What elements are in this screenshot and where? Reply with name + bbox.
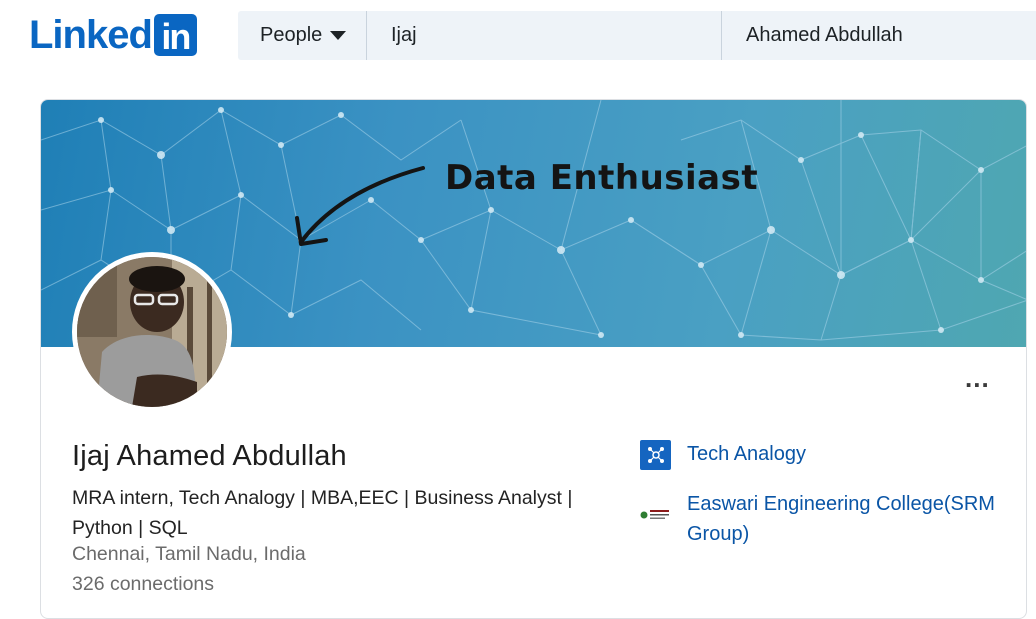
top-bar: Linked in People Ijaj Ahamed Abdullah: [0, 0, 1036, 72]
college-logo-icon: [640, 500, 671, 530]
profile-photo[interactable]: [72, 252, 232, 412]
first-name-field[interactable]: Ijaj: [367, 11, 722, 60]
org-name: Tech Analogy: [687, 443, 806, 465]
connections-count[interactable]: 326 connections: [72, 573, 214, 596]
person-photo-icon: [77, 257, 227, 407]
caret-down-icon: [330, 31, 347, 40]
search-bar: People Ijaj Ahamed Abdullah: [238, 11, 1036, 60]
search-type-label: People: [260, 24, 323, 46]
banner-title: Data Enthusiast: [445, 158, 759, 198]
more-options-button[interactable]: ...: [965, 365, 990, 391]
linkedin-logo[interactable]: Linked in: [29, 13, 197, 57]
org-item-tech-analogy[interactable]: Tech Analogy: [640, 439, 806, 470]
profile-location: Chennai, Tamil Nadu, India: [72, 543, 306, 565]
company-logo-icon: [640, 440, 671, 470]
profile-headline: MRA intern, Tech Analogy | MBA,EEC | Bus…: [72, 487, 573, 539]
profile-card: Data Enthusiast ... Ijaj Ahamed Abdullah…: [40, 99, 1027, 619]
org-name: Easwari Engineering College(SRM Group): [687, 493, 995, 545]
first-name-value: Ijaj: [391, 24, 417, 46]
logo-text: Linked: [29, 13, 153, 57]
last-name-value: Ahamed Abdullah: [746, 24, 903, 46]
logo-in-box: in: [153, 14, 197, 57]
org-item-easwari-college[interactable]: Easwari Engineering College(SRM Group): [640, 489, 1007, 549]
profile-name: Ijaj Ahamed Abdullah: [72, 440, 347, 472]
last-name-field[interactable]: Ahamed Abdullah: [722, 11, 1036, 60]
search-type-dropdown[interactable]: People: [238, 11, 367, 60]
